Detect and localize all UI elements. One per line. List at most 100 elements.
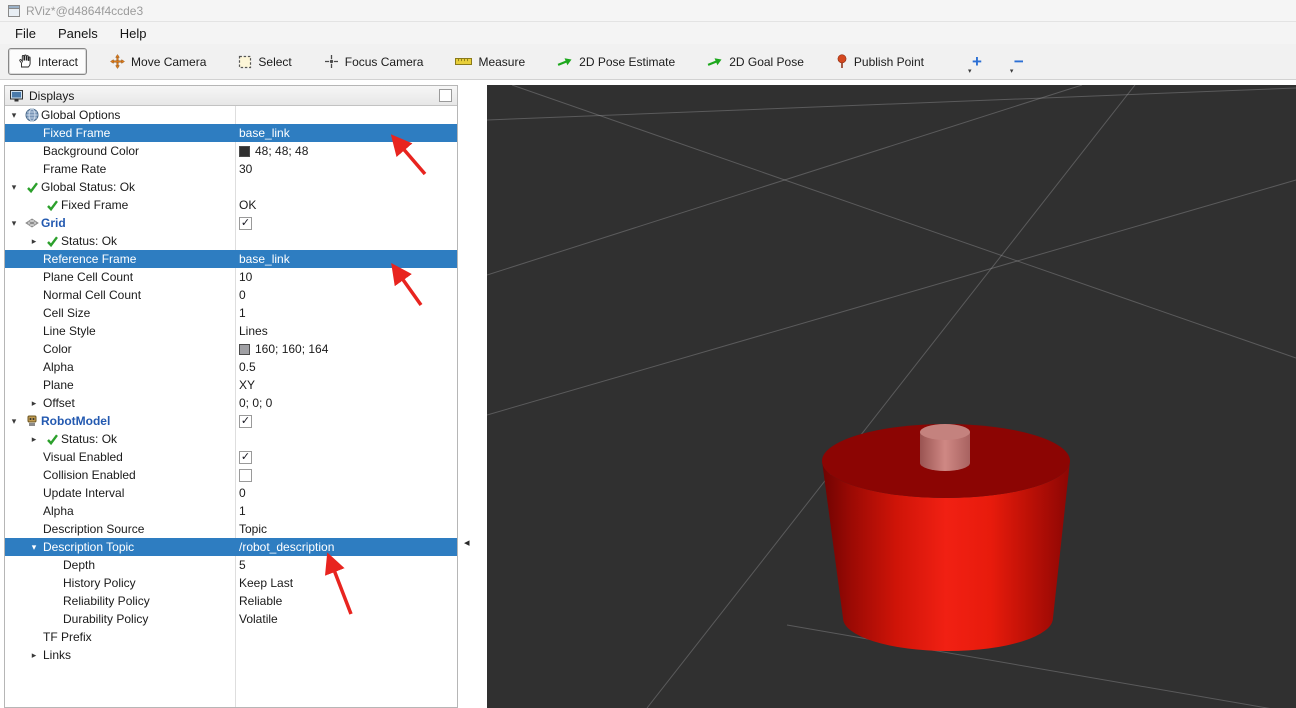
property-value[interactable]: Lines <box>239 324 268 338</box>
property-value[interactable]: 0 <box>239 486 246 500</box>
tool-2d-pose-estimate[interactable]: 2D Pose Estimate <box>548 49 684 75</box>
3d-scene <box>487 85 1296 708</box>
property-value[interactable]: 160; 160; 164 <box>255 342 328 356</box>
tool-2d-goal-pose[interactable]: 2D Goal Pose <box>698 49 813 75</box>
panel-float-button[interactable] <box>439 89 452 102</box>
checkbox-checked[interactable]: ✓ <box>239 415 252 428</box>
property-name: Alpha <box>43 360 74 374</box>
tool-interact[interactable]: Interact <box>8 48 87 75</box>
expander-open-icon[interactable]: ▾ <box>5 416 23 427</box>
property-name: Visual Enabled <box>43 450 123 464</box>
tool-label: 2D Goal Pose <box>729 55 804 69</box>
property-value[interactable]: /robot_description <box>239 540 334 554</box>
tree-row[interactable]: Color160; 160; 164 <box>5 340 457 358</box>
expander-open-icon[interactable]: ▾ <box>5 182 23 193</box>
displays-panel-header[interactable]: Displays <box>5 86 457 106</box>
tree-row[interactable]: Plane Cell Count10 <box>5 268 457 286</box>
property-value[interactable]: base_link <box>239 252 290 266</box>
tool-measure[interactable]: Measure <box>446 49 534 75</box>
tree-row[interactable]: Visual Enabled ✓ <box>5 448 457 466</box>
add-tool-button[interactable]: + ▾ <box>963 50 991 74</box>
left-panel-area: Displays ▾Global OptionsFixed Framebase_… <box>0 80 487 708</box>
tree-row[interactable]: Normal Cell Count0 <box>5 286 457 304</box>
tree-row[interactable]: Collision Enabled <box>5 466 457 484</box>
property-value[interactable]: 0; 0; 0 <box>239 396 272 410</box>
property-name: Update Interval <box>43 486 124 500</box>
tree-row[interactable]: Frame Rate 30 <box>5 160 457 178</box>
tool-focus-camera[interactable]: Focus Camera <box>315 48 433 75</box>
tree-row[interactable]: ▸Status: Ok <box>5 430 457 448</box>
property-name: Fixed Frame <box>61 198 128 212</box>
tree-row[interactable]: Line StyleLines <box>5 322 457 340</box>
check-icon <box>43 433 61 446</box>
tree-row[interactable]: ▸Links <box>5 646 457 664</box>
tree-row[interactable]: History Policy Keep Last <box>5 574 457 592</box>
tree-row[interactable]: Reference Framebase_link <box>5 250 457 268</box>
tree-row[interactable]: Alpha 0.5 <box>5 358 457 376</box>
focus-crosshair-icon <box>324 54 339 69</box>
property-value[interactable]: Keep Last <box>239 576 293 590</box>
tree-row[interactable]: Background Color48; 48; 48 <box>5 142 457 160</box>
tree-row[interactable]: ▾Global Status: Ok <box>5 178 457 196</box>
property-value[interactable]: Topic <box>239 522 267 536</box>
property-value[interactable]: 1 <box>239 504 246 518</box>
property-name: Reliability Policy <box>63 594 150 608</box>
property-value[interactable]: 10 <box>239 270 252 284</box>
panel-collapse-handle[interactable]: ◂ <box>464 536 470 549</box>
property-value[interactable]: Volatile <box>239 612 278 626</box>
tree-row[interactable]: ▸Status: Ok <box>5 232 457 250</box>
tree-row[interactable]: TF Prefix <box>5 628 457 646</box>
property-value[interactable]: Reliable <box>239 594 282 608</box>
tree-row[interactable]: Alpha1 <box>5 502 457 520</box>
tool-publish-point[interactable]: Publish Point <box>827 48 933 75</box>
tool-move-camera[interactable]: Move Camera <box>101 48 215 75</box>
tree-row[interactable]: Durability PolicyVolatile <box>5 610 457 628</box>
expander-closed-icon[interactable]: ▸ <box>25 398 43 409</box>
tool-select[interactable]: Select <box>229 49 300 75</box>
grid-icon <box>23 216 41 230</box>
tree-row[interactable]: Cell Size1 <box>5 304 457 322</box>
property-name: Frame Rate <box>43 162 106 176</box>
tree-row[interactable]: Update Interval 0 <box>5 484 457 502</box>
tree-row[interactable]: Reliability Policy Reliable <box>5 592 457 610</box>
checkbox-checked[interactable]: ✓ <box>239 217 252 230</box>
property-value[interactable]: base_link <box>239 126 290 140</box>
property-value[interactable]: OK <box>239 198 256 212</box>
tree-row[interactable]: ▾Description Topic/robot_description <box>5 538 457 556</box>
tree-row[interactable]: ▾Global Options <box>5 106 457 124</box>
expander-open-icon[interactable]: ▾ <box>5 218 23 229</box>
property-value[interactable]: 30 <box>239 162 252 176</box>
menu-item-file[interactable]: File <box>4 24 47 43</box>
tree-row[interactable]: Fixed Framebase_link <box>5 124 457 142</box>
tree-row[interactable]: ▾RobotModel✓ <box>5 412 457 430</box>
tree-row[interactable]: ▸Offset0; 0; 0 <box>5 394 457 412</box>
checkbox-unchecked[interactable] <box>239 469 252 482</box>
checkbox-checked[interactable]: ✓ <box>239 451 252 464</box>
property-value[interactable]: 1 <box>239 306 246 320</box>
menu-item-panels[interactable]: Panels <box>47 24 109 43</box>
remove-tool-button[interactable]: − ▾ <box>1005 50 1033 74</box>
window-icon <box>8 5 20 17</box>
tree-row[interactable]: ▾Grid✓ <box>5 214 457 232</box>
property-value[interactable]: 5 <box>239 558 246 572</box>
3d-viewport[interactable] <box>487 85 1296 708</box>
minus-icon: − <box>1014 56 1024 68</box>
expander-open-icon[interactable]: ▾ <box>5 110 23 121</box>
selection-box-icon <box>238 55 252 69</box>
property-name: Depth <box>63 558 95 572</box>
property-value[interactable]: 0.5 <box>239 360 256 374</box>
expander-closed-icon[interactable]: ▸ <box>25 434 43 445</box>
property-value[interactable]: XY <box>239 378 255 392</box>
expander-closed-icon[interactable]: ▸ <box>25 236 43 247</box>
property-name: History Policy <box>63 576 136 590</box>
expander-closed-icon[interactable]: ▸ <box>25 650 43 661</box>
tree-row[interactable]: Description SourceTopic <box>5 520 457 538</box>
property-value[interactable]: 0 <box>239 288 246 302</box>
tree-row[interactable]: Fixed Frame OK <box>5 196 457 214</box>
robot-icon <box>23 414 41 428</box>
tree-row[interactable]: PlaneXY <box>5 376 457 394</box>
tree-row[interactable]: Depth 5 <box>5 556 457 574</box>
property-value[interactable]: 48; 48; 48 <box>255 144 308 158</box>
menu-item-help[interactable]: Help <box>109 24 158 43</box>
expander-open-icon[interactable]: ▾ <box>25 542 43 553</box>
